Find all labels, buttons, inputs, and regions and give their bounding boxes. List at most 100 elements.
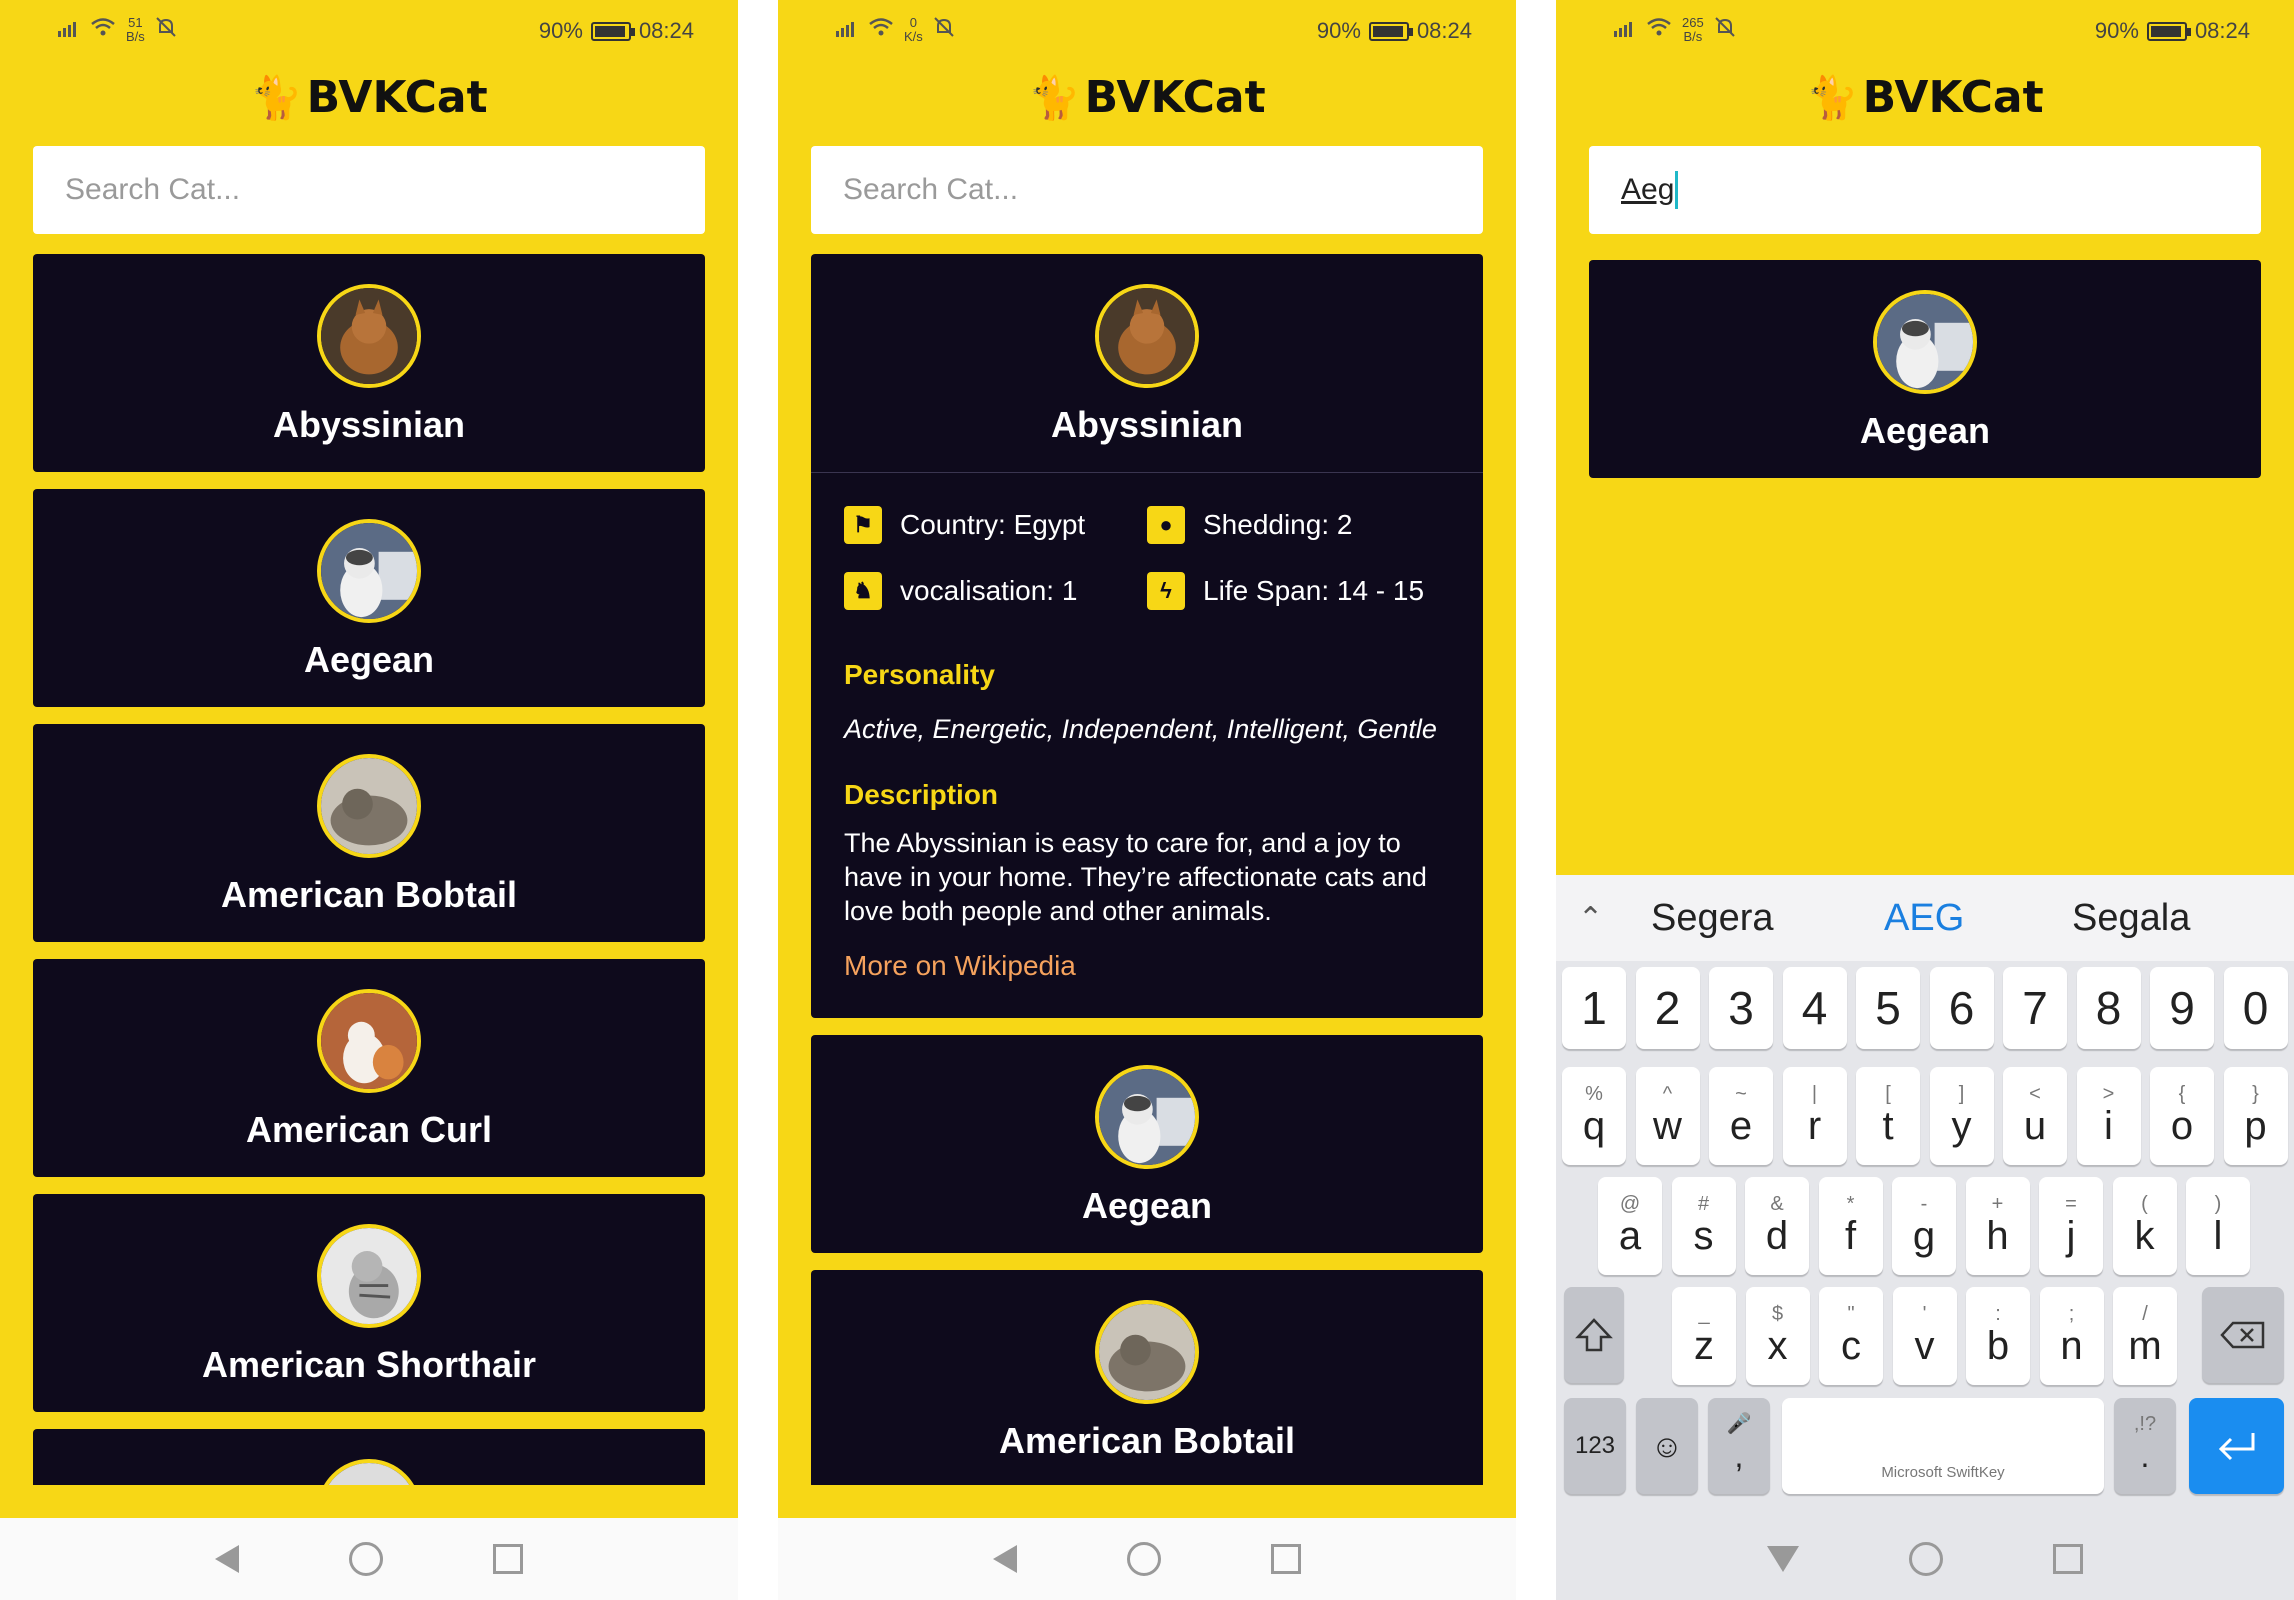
key-0[interactable]: 0 xyxy=(2223,967,2288,1049)
backspace-key[interactable] xyxy=(2202,1287,2284,1383)
enter-key[interactable] xyxy=(2189,1398,2284,1494)
search-input[interactable]: Search Cat... xyxy=(811,146,1483,234)
numbers-key[interactable]: 123 xyxy=(1564,1398,1626,1494)
key-s[interactable]: # s xyxy=(1671,1177,1736,1275)
space-key[interactable]: Microsoft SwiftKey xyxy=(1782,1398,2104,1494)
cat-avatar xyxy=(317,284,421,388)
network-speed: 265 B/s xyxy=(1682,15,1704,44)
recents-icon[interactable] xyxy=(1271,1544,1301,1574)
key-5[interactable]: 5 xyxy=(1856,967,1920,1049)
search-placeholder: Search Cat... xyxy=(843,173,1019,206)
key-7[interactable]: 7 xyxy=(2003,967,2067,1049)
personality-title: Personality xyxy=(844,659,995,690)
cat-card[interactable]: American Shorthair xyxy=(33,1194,705,1412)
emoji-icon: ☺ xyxy=(1650,1427,1684,1464)
hide-keyboard-icon[interactable] xyxy=(1767,1546,1799,1572)
recents-icon[interactable] xyxy=(493,1544,523,1574)
period-key[interactable]: ,!? . xyxy=(2114,1398,2176,1494)
key-a[interactable]: @ a xyxy=(1598,1177,1662,1275)
key-h[interactable]: + h xyxy=(1965,1177,2030,1275)
key-z[interactable]: _ z xyxy=(1672,1287,1736,1385)
battery-percent: 90% xyxy=(1316,18,1361,43)
key-v[interactable]: ' v xyxy=(1892,1287,1957,1385)
key-j[interactable]: = j xyxy=(2039,1177,2103,1275)
search-input[interactable]: Aeg xyxy=(1589,146,2261,234)
system-nav-bar xyxy=(0,1518,738,1600)
key-y[interactable]: ] y xyxy=(1929,1067,1994,1165)
cat-card-expanded[interactable]: Abyssinian ⚑ Country: Egypt ● Shedding: … xyxy=(811,254,1483,1018)
description-title: Description xyxy=(844,779,999,810)
emoji-key[interactable]: ☺ xyxy=(1636,1398,1698,1494)
key-x[interactable]: $ x xyxy=(1745,1287,1810,1385)
back-icon[interactable] xyxy=(993,1545,1017,1573)
cat-card[interactable]: American Bobtail xyxy=(33,724,705,942)
key-g[interactable]: -g xyxy=(1892,1177,1956,1275)
key-2[interactable]: 2 xyxy=(1635,967,1700,1049)
key-e[interactable]: ~ e xyxy=(1709,1067,1773,1165)
suggestion-center[interactable]: AEG xyxy=(1884,897,1964,940)
suggestion-right[interactable]: Segala xyxy=(2072,897,2190,940)
key-b[interactable]: :b xyxy=(1966,1287,2030,1385)
key-3[interactable]: 3 xyxy=(1709,967,1773,1049)
key-d[interactable]: & d xyxy=(1745,1177,1809,1275)
status-bar: 51 B/s 90% 08:24 xyxy=(0,12,738,52)
cat-card[interactable]: American Curl xyxy=(33,959,705,1177)
clock: 08:24 xyxy=(638,18,694,43)
letter-row-2: @ a # s & d * f - g + h = j(k) l xyxy=(1556,1177,2294,1275)
signal-icon xyxy=(1614,17,1636,43)
key-9[interactable]: 9 xyxy=(2150,967,2214,1049)
cat-list[interactable]: Abyssinian Aegean American Bobtail Ameri… xyxy=(33,254,705,1485)
search-value: Aeg xyxy=(1621,173,1675,206)
key-u[interactable]: < u xyxy=(2003,1067,2067,1165)
cat-card[interactable]: Aegean xyxy=(1589,260,2261,478)
key-c[interactable]: " c xyxy=(1819,1287,1883,1385)
home-icon[interactable] xyxy=(1127,1542,1161,1576)
key-1[interactable]: 1 xyxy=(1562,967,1626,1049)
enter-arrow-icon xyxy=(2218,1433,2254,1461)
cat-card-header[interactable]: Abyssinian xyxy=(811,254,1483,473)
key-6[interactable]: 6 xyxy=(1929,967,1994,1049)
cat-card[interactable]: American Bobtail xyxy=(811,1270,1483,1485)
key-f[interactable]: * f xyxy=(1818,1177,1883,1275)
key-p[interactable]: } p xyxy=(2223,1067,2288,1165)
cat-card[interactable]: Abyssinian xyxy=(33,254,705,472)
cat-card[interactable]: Aegean xyxy=(33,489,705,707)
cat-avatar xyxy=(1095,284,1199,388)
system-nav-bar xyxy=(1556,1518,2294,1600)
key-o[interactable]: {o xyxy=(2150,1067,2214,1165)
key-8[interactable]: 8 xyxy=(2076,967,2141,1049)
cat-name: American Shorthair xyxy=(201,1344,537,1385)
key-r[interactable]: | r xyxy=(1782,1067,1847,1165)
key-m[interactable]: / m xyxy=(2113,1287,2177,1385)
key-q[interactable]: % q xyxy=(1562,1067,1626,1165)
key-t[interactable]: [t xyxy=(1856,1067,1920,1165)
wifi-icon xyxy=(868,17,894,43)
expand-toolbar-icon[interactable]: ⌃ xyxy=(1578,901,1603,936)
back-icon[interactable] xyxy=(215,1545,239,1573)
key-4[interactable]: 4 xyxy=(1782,967,1847,1049)
microphone-icon: 🎤 xyxy=(1726,1413,1752,1435)
cat-card[interactable] xyxy=(33,1429,705,1485)
app-logo: 🐈BVKCat xyxy=(250,72,488,123)
clock: 08:24 xyxy=(1416,18,1472,43)
suggestion-left[interactable]: Segera xyxy=(1651,897,1774,940)
status-bar: 265 B/s 90% 08:24 xyxy=(1556,12,2294,52)
wifi-icon xyxy=(1646,17,1672,43)
key-n[interactable]: ; n xyxy=(2039,1287,2104,1385)
key-w[interactable]: ^ w xyxy=(1635,1067,1700,1165)
cat-card[interactable]: Aegean xyxy=(811,1035,1483,1253)
cat-list[interactable]: Abyssinian ⚑ Country: Egypt ● Shedding: … xyxy=(811,254,1483,1485)
wikipedia-link[interactable]: More on Wikipedia xyxy=(844,950,1076,982)
battery-percent: 90% xyxy=(538,18,583,43)
comma-key[interactable]: 🎤 , xyxy=(1708,1398,1770,1494)
key-l[interactable]: ) l xyxy=(2186,1177,2250,1275)
shift-key[interactable] xyxy=(1564,1287,1624,1383)
key-k[interactable]: (k xyxy=(2112,1177,2177,1275)
key-i[interactable]: > i xyxy=(2076,1067,2141,1165)
phone-screen-list: 51 B/s 90% 08:24 🐈BVKCat Search Cat... A… xyxy=(0,0,738,1600)
search-input[interactable]: Search Cat... xyxy=(33,146,705,234)
home-icon[interactable] xyxy=(1909,1542,1943,1576)
home-icon[interactable] xyxy=(349,1542,383,1576)
signal-icon xyxy=(836,17,858,43)
recents-icon[interactable] xyxy=(2053,1544,2083,1574)
